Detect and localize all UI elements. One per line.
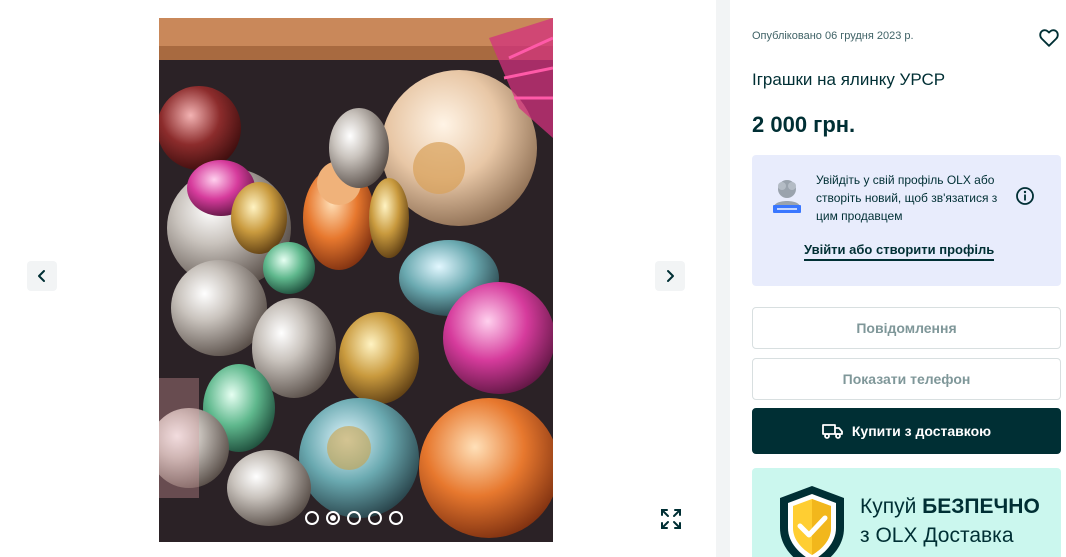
- login-or-register-link[interactable]: Увійти або створити профіль: [804, 242, 995, 261]
- heart-icon: [1039, 29, 1059, 47]
- pagination-dot-active[interactable]: [326, 511, 340, 525]
- pagination-dot[interactable]: [368, 511, 382, 525]
- promo-headline: Купуй БЕЗПЕЧНО: [860, 495, 1040, 518]
- ornaments-photo-illustration: [159, 18, 553, 542]
- login-prompt-text: Увійдіть у свій профіль OLX або створіть…: [816, 173, 998, 223]
- user-laptop-icon: [773, 180, 801, 213]
- previous-image-button[interactable]: [27, 261, 57, 291]
- promo-subline: з OLX Доставка: [860, 524, 1014, 547]
- buy-with-delivery-button[interactable]: Купити з доставкою: [752, 408, 1061, 454]
- chevron-left-icon: [38, 270, 45, 282]
- delivery-truck-icon: [821, 424, 843, 439]
- published-date: Опубліковано 06 грудня 2023 р.: [752, 30, 914, 42]
- image-pagination-dots: [305, 511, 403, 525]
- shield-check-icon: [780, 486, 844, 557]
- pagination-dot[interactable]: [389, 511, 403, 525]
- fullscreen-button[interactable]: [656, 504, 686, 534]
- next-image-button[interactable]: [655, 261, 685, 291]
- pagination-dot[interactable]: [347, 511, 361, 525]
- listing-photo[interactable]: [159, 18, 553, 542]
- message-button[interactable]: Повідомлення: [752, 307, 1061, 349]
- image-gallery: [0, 0, 716, 557]
- chevron-right-icon: [667, 270, 674, 282]
- favorite-button[interactable]: [1038, 27, 1060, 49]
- listing-price: 2 000 грн.: [752, 112, 856, 137]
- pagination-dot[interactable]: [305, 511, 319, 525]
- listing-title: Іграшки на ялинку УРСР: [752, 70, 946, 89]
- login-prompt-box: Увійдіть у свій профіль OLX або створіть…: [752, 155, 1061, 286]
- expand-icon: [661, 509, 681, 529]
- safe-delivery-promo-banner[interactable]: Купуй БЕЗПЕЧНО з OLX Доставка: [752, 468, 1061, 557]
- show-phone-button[interactable]: Показати телефон: [752, 358, 1061, 400]
- buy-with-delivery-label: Купити з доставкою: [851, 423, 992, 439]
- listing-details-panel: Опубліковано 06 грудня 2023 р. Іграшки н…: [730, 0, 1066, 557]
- info-icon[interactable]: [1015, 186, 1035, 206]
- listing-page: Опубліковано 06 грудня 2023 р. Іграшки н…: [0, 0, 1066, 557]
